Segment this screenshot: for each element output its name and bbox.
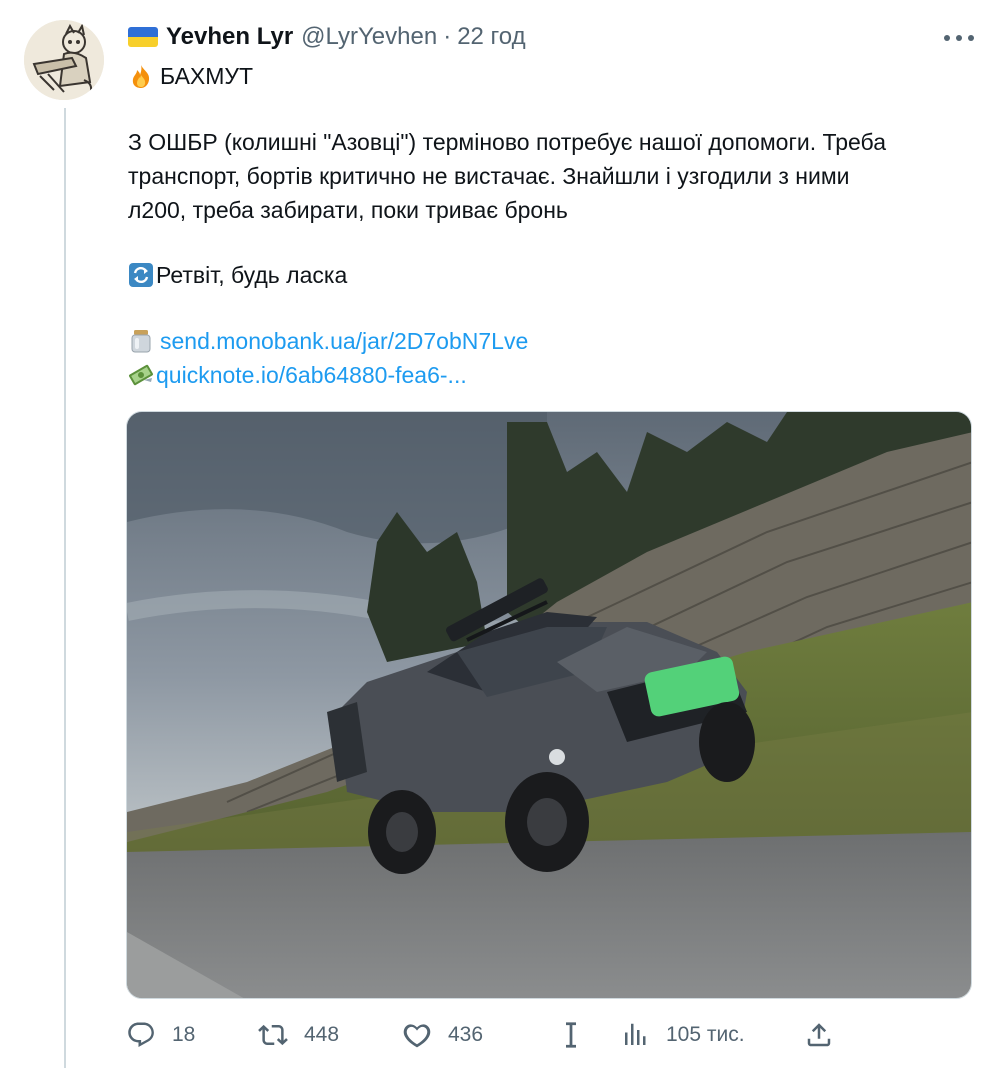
share-button[interactable]	[804, 1017, 850, 1053]
repost-button[interactable]: 448	[258, 1017, 339, 1053]
tweet-article[interactable]: Yevhen Lyr @LyrYevhen · 22 год БАХМУТ З …	[0, 0, 1000, 1068]
tweet-body-line: транспорт, бортів критично не вистачає. …	[128, 163, 850, 189]
retweet-request-text: Ретвіт, будь ласка	[156, 262, 348, 288]
more-dot-icon	[944, 35, 950, 41]
more-options-button[interactable]	[944, 28, 974, 48]
avatar-drawing	[24, 20, 104, 100]
analytics-icon	[625, 1023, 646, 1045]
tweet-photo[interactable]	[126, 411, 972, 999]
tweet-body-line: З ОШБР (колишні "Азовці") терміново потр…	[128, 129, 886, 155]
text-cursor-icon	[566, 1022, 576, 1048]
view-count: 105 тис.	[666, 1023, 745, 1046]
thread-line	[64, 108, 66, 1068]
monobank-link[interactable]: send.monobank.ua/jar/2D7obN7Lve	[160, 328, 528, 354]
avatar[interactable]	[24, 20, 104, 100]
jar-icon	[131, 330, 151, 353]
repost-icon	[258, 1024, 288, 1046]
fire-icon	[132, 65, 150, 88]
like-button[interactable]: 436	[402, 1017, 483, 1053]
retweet-request-line: Ретвіт, будь ласка	[128, 257, 347, 293]
grok-button[interactable]	[556, 1017, 602, 1053]
quicknote-link-line: quicknote.io/6ab64880-fea6-...	[128, 357, 467, 393]
repost-count: 448	[304, 1023, 340, 1046]
more-dot-icon	[956, 35, 962, 41]
tweet-actions: 18 448 436 105 тис.	[126, 1017, 846, 1053]
heart-icon	[403, 1024, 431, 1048]
reply-count: 18	[172, 1023, 196, 1046]
money-icon	[129, 364, 153, 386]
repeat-icon	[129, 263, 153, 287]
like-count: 436	[448, 1023, 484, 1046]
author-name[interactable]: Yevhen Lyr	[166, 23, 293, 51]
headline-text: БАХМУТ	[160, 63, 254, 89]
tweet-text-line-headline: БАХМУТ	[128, 58, 253, 94]
truck-photo-illustration	[127, 412, 971, 998]
ukraine-flag-icon	[128, 27, 158, 47]
timestamp[interactable]: 22 год	[457, 23, 525, 51]
tweet-header: Yevhen Lyr @LyrYevhen · 22 год	[128, 22, 526, 52]
share-icon	[807, 1023, 831, 1047]
quicknote-link[interactable]: quicknote.io/6ab64880-fea6-...	[156, 362, 467, 388]
author-handle[interactable]: @LyrYevhen	[301, 23, 437, 51]
tweet-body-line: л200, треба забирати, поки триває бронь	[128, 197, 568, 223]
reply-button[interactable]: 18	[126, 1017, 195, 1053]
reply-icon	[128, 1022, 154, 1047]
views-button[interactable]: 105 тис.	[620, 1017, 745, 1053]
separator-dot: ·	[443, 23, 452, 50]
more-dot-icon	[968, 35, 974, 41]
donation-link-line: send.monobank.ua/jar/2D7obN7Lve	[128, 323, 528, 359]
